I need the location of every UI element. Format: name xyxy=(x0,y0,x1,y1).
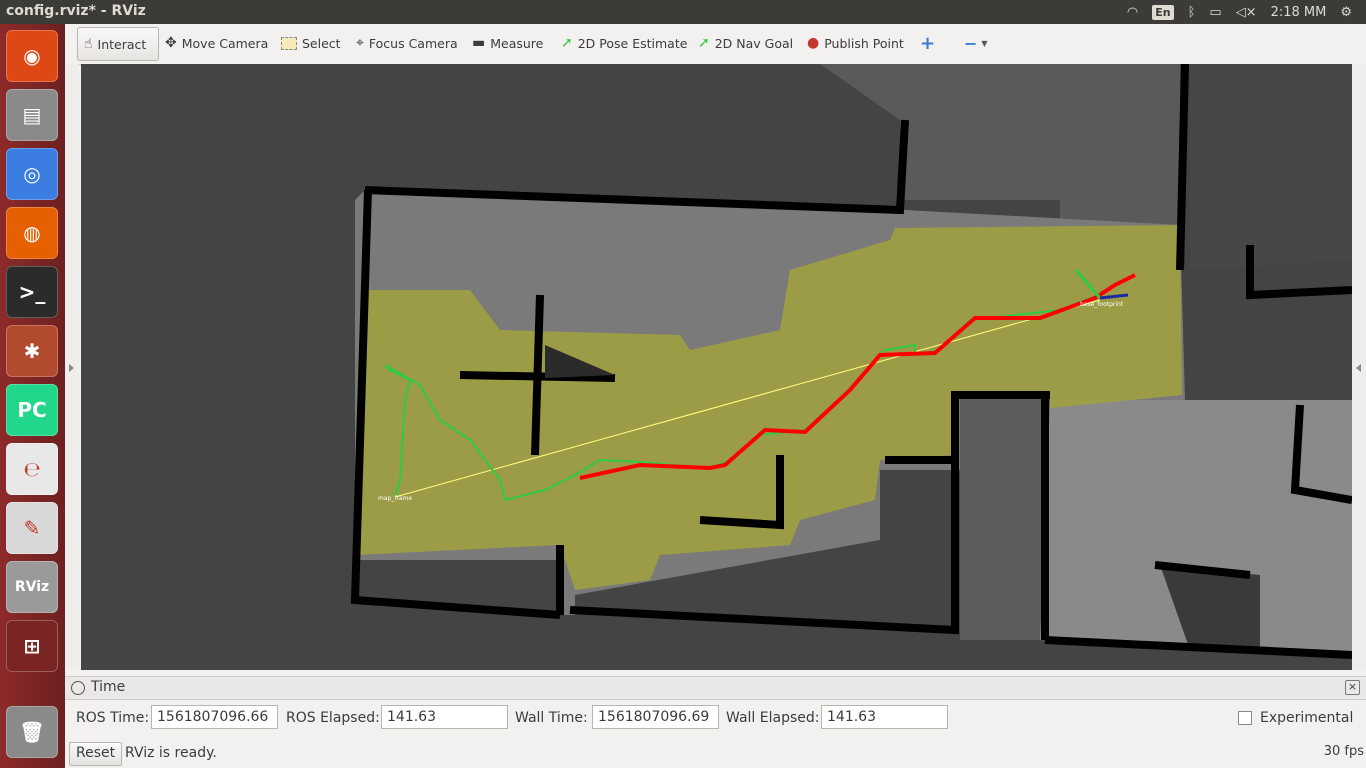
focus-camera-label: Focus Camera xyxy=(368,35,458,51)
trash-icon[interactable]: 🗑 xyxy=(6,706,58,758)
map-render: map_frame base_footprint xyxy=(81,64,1352,670)
clock-icon xyxy=(71,681,85,695)
move-icon: ✥ xyxy=(165,35,177,51)
launcher-glyph: PC xyxy=(17,398,47,422)
select-tool-button[interactable]: Select xyxy=(275,27,347,59)
fps-readout: 30 fps xyxy=(1323,744,1364,759)
interact-tool-button[interactable]: ☝ Interact xyxy=(77,27,159,61)
bluetooth-icon[interactable]: ᛒ xyxy=(1188,5,1196,20)
launcher-text-editor-icon[interactable]: ✎ xyxy=(6,502,58,554)
launcher-glyph: ⊞ xyxy=(23,634,41,658)
focus-camera-tool-button[interactable]: ⌖ Focus Camera xyxy=(350,27,464,59)
launcher-glyph: RViz xyxy=(14,579,50,595)
system-tray: ◠ En ᛒ ▭ ◁× 2:18 MM ⚙ xyxy=(1127,0,1366,24)
ruler-icon: ▬ xyxy=(472,35,486,51)
ros-time-label: ROS Time: xyxy=(76,710,150,726)
robot-frame-label: base_footprint xyxy=(1080,301,1124,308)
wall-time-field[interactable]: 1561807096.69 xyxy=(592,705,719,729)
status-bar: Reset RViz is ready. 30 fps xyxy=(65,738,1366,768)
wall-elapsed-field[interactable]: 141.63 xyxy=(821,705,948,729)
launcher-glyph: ▤ xyxy=(22,103,42,127)
rviz-toolbar: ☝ Interact ✥ Move Camera Select ⌖ Focus Cam… xyxy=(65,24,1366,65)
nav-goal-tool-button[interactable]: ➚ 2D Nav Goal xyxy=(692,27,799,59)
battery-icon[interactable]: ▭ xyxy=(1209,5,1221,20)
launcher-rviz-icon[interactable]: RViz xyxy=(6,561,58,613)
launcher-glyph: ◍ xyxy=(23,221,41,245)
launcher-system-settings-icon[interactable]: ✱ xyxy=(6,325,58,377)
publish-point-tool-button[interactable]: ● Publish Point xyxy=(801,27,910,59)
wall-elapsed-label: Wall Elapsed: xyxy=(726,710,820,726)
experimental-label: Experimental xyxy=(1260,710,1354,726)
gear-icon[interactable]: ⚙ xyxy=(1340,5,1352,20)
reset-button[interactable]: Reset xyxy=(69,742,123,766)
map-pin-icon: ● xyxy=(807,35,820,51)
right-panel-splitter[interactable] xyxy=(1352,64,1366,670)
ros-elapsed-label: ROS Elapsed: xyxy=(286,710,380,726)
launcher-ubuntu-dash-icon[interactable]: ◉ xyxy=(6,30,58,82)
pose-estimate-tool-button[interactable]: ➚ 2D Pose Estimate xyxy=(555,27,693,59)
start-frame-label: map_frame xyxy=(378,495,412,502)
launcher-glyph: ✎ xyxy=(23,516,41,540)
time-panel-title: Time xyxy=(91,679,126,695)
launcher-chrome-icon[interactable]: ◎ xyxy=(6,148,58,200)
launcher-firefox-icon[interactable]: ◍ xyxy=(6,207,58,259)
render-viewport[interactable]: map_frame base_footprint xyxy=(81,64,1352,670)
launcher-pycharm-icon[interactable]: PC xyxy=(6,384,58,436)
window-title: config.rviz* - RViz xyxy=(6,3,146,19)
hand-icon: ☝ xyxy=(84,36,93,52)
remove-tool-icon[interactable]: − ▼ xyxy=(958,27,994,59)
ros-elapsed-field[interactable]: 141.63 xyxy=(381,705,508,729)
crosshair-icon: ⌖ xyxy=(356,35,364,51)
free-space-side-room xyxy=(960,395,1050,640)
move-camera-label: Move Camera xyxy=(181,35,269,51)
time-panel-header: Time × xyxy=(65,676,1366,700)
publish-point-label: Publish Point xyxy=(824,35,904,51)
select-label: Select xyxy=(302,35,341,51)
launcher-glyph: ℮ xyxy=(23,457,41,481)
green-arrow-icon: ➚ xyxy=(698,35,710,51)
measure-label: Measure xyxy=(490,35,544,51)
status-message: RViz is ready. xyxy=(125,745,217,761)
left-panel-splitter[interactable] xyxy=(65,64,79,670)
experimental-checkbox[interactable] xyxy=(1238,711,1252,725)
green-arrow-icon: ➚ xyxy=(561,35,573,51)
launcher-glyph: ✱ xyxy=(23,339,41,363)
chevron-down-icon: ▼ xyxy=(981,38,988,48)
expand-right-icon xyxy=(1356,364,1361,372)
nav-goal-label: 2D Nav Goal xyxy=(714,35,794,51)
add-tool-icon[interactable]: + xyxy=(914,27,941,59)
measure-tool-button[interactable]: ▬ Measure xyxy=(466,27,549,59)
wifi-icon[interactable]: ◠ xyxy=(1127,5,1138,20)
launcher-glyph: ◉ xyxy=(23,44,41,68)
time-panel: ROS Time: 1561807096.66 ROS Elapsed: 141… xyxy=(65,700,1366,736)
launcher-glyph: ◎ xyxy=(23,162,41,186)
launcher-files-icon[interactable]: ▤ xyxy=(6,89,58,141)
clock[interactable]: 2:18 MM xyxy=(1271,5,1327,20)
wall-time-label: Wall Time: xyxy=(515,710,588,726)
close-icon[interactable]: × xyxy=(1345,680,1360,695)
move-camera-tool-button[interactable]: ✥ Move Camera xyxy=(159,27,274,59)
keyboard-layout-indicator[interactable]: En xyxy=(1152,4,1174,20)
volume-icon[interactable]: ◁× xyxy=(1236,5,1257,20)
select-box-icon xyxy=(281,36,297,50)
launcher-document-viewer-icon[interactable]: ℮ xyxy=(6,443,58,495)
top-panel: config.rviz* - RViz ◠ En ᛒ ▭ ◁× 2:18 MM … xyxy=(0,0,1366,24)
expand-left-icon xyxy=(69,364,74,372)
launcher-workspaces-icon[interactable]: ⊞ xyxy=(6,620,58,672)
launcher-terminal-icon[interactable]: >_ xyxy=(6,266,58,318)
launcher-glyph: >_ xyxy=(18,280,46,304)
pose-estimate-label: 2D Pose Estimate xyxy=(577,35,688,51)
free-space-upper-right xyxy=(1190,64,1352,270)
launcher: ◉ ▤ ◎ ◍ >_ ✱ PC ℮ ✎ RViz ⊞ 🗑 xyxy=(0,24,65,768)
interact-label: Interact xyxy=(97,36,147,52)
ros-time-field[interactable]: 1561807096.66 xyxy=(151,705,278,729)
